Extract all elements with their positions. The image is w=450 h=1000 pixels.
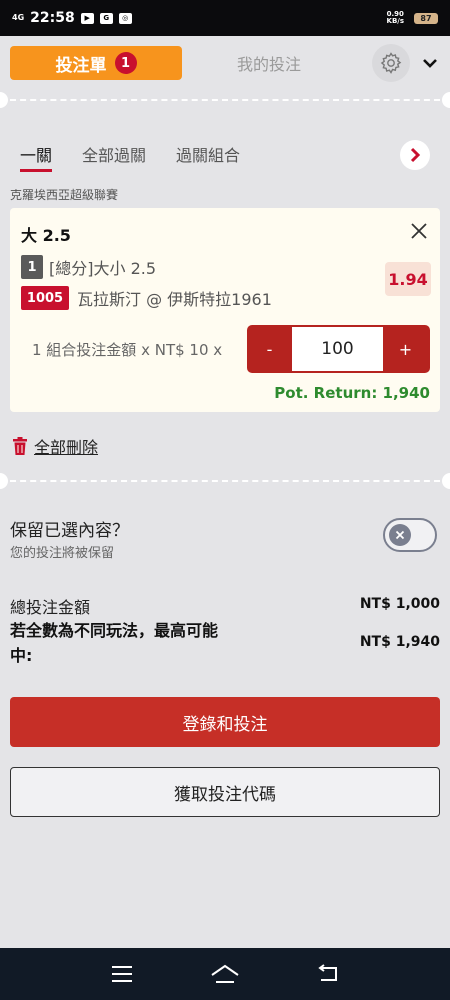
tab-single[interactable]: 一關 — [20, 132, 53, 172]
login-and-bet-button[interactable]: 登錄和投注 — [10, 697, 440, 747]
keep-selection-toggle[interactable] — [383, 518, 437, 552]
system-nav-bar — [0, 948, 450, 1000]
home-button[interactable] — [210, 962, 240, 986]
network-speed: 0.90 KB/s — [386, 10, 404, 25]
increase-stake-button[interactable]: + — [383, 325, 428, 373]
get-bet-code-button[interactable]: 獲取投注代碼 — [10, 767, 440, 817]
youtube-icon: ▶ — [80, 12, 94, 24]
menu-icon — [111, 966, 132, 982]
stake-stepper: - + — [247, 325, 430, 373]
betslip-count-badge: 1 — [114, 52, 137, 74]
tab-parlay-combo[interactable]: 過關組合 — [176, 132, 240, 172]
bet-type-tabs: 一關 全部過關 過關組合 — [0, 132, 450, 178]
keep-selection-title: 保留已選內容？ — [10, 521, 129, 541]
delete-all-label: 全部刪除 — [34, 438, 99, 457]
gear-icon — [380, 52, 402, 74]
divider — [0, 473, 450, 489]
divider — [0, 92, 450, 108]
selection-title: 大 2.5 — [21, 226, 71, 245]
collapse-button[interactable] — [420, 53, 440, 73]
settings-button[interactable] — [372, 44, 410, 82]
close-icon — [411, 223, 427, 239]
battery-icon: 87 — [414, 12, 438, 24]
back-button[interactable] — [313, 962, 343, 986]
selection-card: 大 2.5 1 [總分]大小 2.5 1.94 1005 瓦拉斯汀 @ 伊斯特拉… — [10, 208, 440, 412]
potential-return: Pot. Return: 1,940 — [274, 384, 430, 402]
odds-value: 1.94 — [385, 262, 431, 296]
market-name: [總分]大小 2.5 — [49, 259, 157, 278]
tab-betslip-label: 投注單 — [55, 55, 107, 76]
max-win-label: 若全數為不同玩法，最高可能中: — [10, 621, 219, 665]
chevron-down-icon — [423, 59, 437, 68]
chevron-right-icon — [410, 147, 421, 163]
toggle-knob — [389, 524, 411, 546]
stake-label: 1 組合投注金額 x NT$ 10 x — [32, 341, 223, 359]
tab-betslip[interactable]: 投注單 1 — [10, 46, 182, 80]
max-win-value: NT$ 1,940 — [359, 634, 440, 650]
decrease-stake-button[interactable]: - — [247, 325, 292, 373]
tab-my-bets[interactable]: 我的投注 — [237, 51, 301, 75]
trash-icon — [13, 437, 27, 455]
event-code-badge: 1005 — [21, 286, 69, 310]
remove-selection-button[interactable] — [408, 220, 430, 242]
selection-index: 1 — [21, 255, 43, 279]
status-bar: 4G 22:58 ▶ G ◎ 0.90 KB/s 87 — [0, 0, 450, 36]
network-indicator: 4G — [12, 13, 25, 22]
google-icon: G — [99, 12, 113, 24]
home-icon — [211, 964, 239, 983]
total-stake-value: NT$ 1,000 — [359, 596, 440, 612]
scroll-tabs-button[interactable] — [400, 140, 430, 170]
close-icon — [395, 530, 405, 540]
menu-button[interactable] — [107, 962, 137, 986]
keep-selection-subtitle: 您的投注將被保留 — [10, 546, 115, 561]
delete-all-button[interactable]: 全部刪除 — [12, 434, 98, 458]
back-icon — [318, 964, 338, 981]
clock: 22:58 — [30, 10, 75, 26]
total-stake-label: 總投注金額 — [10, 598, 91, 617]
stake-input[interactable] — [292, 327, 383, 371]
match-name: 瓦拉斯汀 @ 伊斯特拉1961 — [77, 290, 272, 309]
league-name: 克羅埃西亞超級聯賽 — [10, 188, 119, 202]
betslip-header: 投注單 1 我的投注 — [0, 36, 450, 90]
tab-all-parlay[interactable]: 全部過關 — [82, 132, 146, 172]
instagram-icon: ◎ — [118, 12, 132, 24]
